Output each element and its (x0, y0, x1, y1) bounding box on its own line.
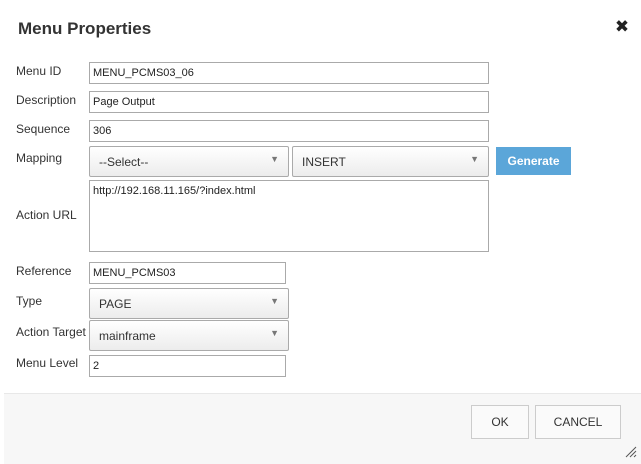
chevron-down-icon: ▼ (270, 296, 279, 306)
close-icon[interactable]: ✖ (614, 18, 630, 36)
chevron-down-icon: ▼ (270, 328, 279, 338)
action-url-textarea[interactable]: http://192.168.11.165/?index.html (89, 180, 489, 252)
description-input[interactable] (89, 91, 489, 113)
mapping-select[interactable]: --Select-- ▼ (89, 146, 289, 177)
sequence-label: Sequence (16, 122, 71, 136)
generate-button[interactable]: Generate (496, 147, 571, 175)
cancel-button[interactable]: CANCEL (535, 405, 621, 439)
chevron-down-icon: ▼ (270, 154, 279, 164)
chevron-down-icon: ▼ (470, 154, 479, 164)
mapping-label: Mapping (16, 151, 63, 165)
type-label: Type (16, 294, 43, 308)
action-target-value: mainframe (99, 329, 156, 343)
menu-properties-dialog: Menu Properties ✖ Menu ID Description Se… (0, 0, 641, 464)
menu-level-input[interactable] (89, 355, 286, 377)
mapping-select-value: --Select-- (99, 155, 149, 169)
resize-grip-icon[interactable] (625, 446, 637, 458)
type-select[interactable]: PAGE ▼ (89, 288, 289, 319)
description-label: Description (16, 93, 77, 107)
mapping-action-value: INSERT (302, 155, 346, 169)
ok-button[interactable]: OK (471, 405, 529, 439)
action-url-label: Action URL (16, 208, 77, 222)
menu-level-label: Menu Level (16, 356, 79, 370)
reference-input[interactable] (89, 262, 286, 284)
sequence-input[interactable] (89, 120, 489, 142)
dialog-title: Menu Properties (18, 19, 152, 38)
menu-id-label: Menu ID (16, 64, 62, 78)
menu-id-input[interactable] (89, 62, 489, 84)
action-target-label: Action Target (16, 325, 86, 339)
action-target-select[interactable]: mainframe ▼ (89, 320, 289, 351)
type-select-value: PAGE (99, 297, 132, 311)
mapping-action-select[interactable]: INSERT ▼ (292, 146, 489, 177)
reference-label: Reference (16, 264, 72, 278)
